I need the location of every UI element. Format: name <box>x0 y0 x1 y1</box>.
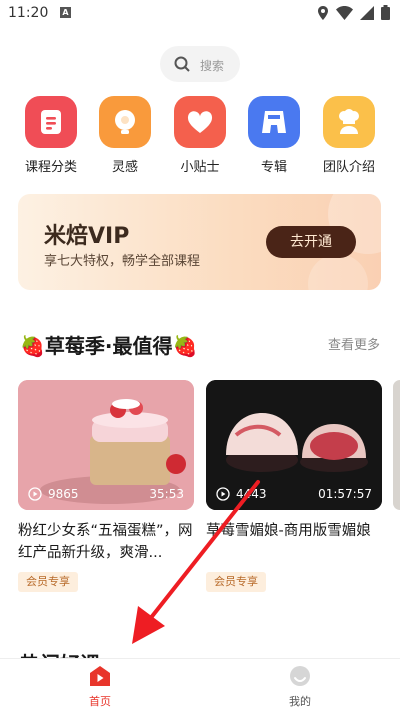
notification-a-icon: A <box>60 7 71 18</box>
location-icon <box>318 5 328 20</box>
search-bar[interactable]: 搜索 <box>160 46 240 82</box>
battery-icon <box>381 5 390 20</box>
view-count-value: 4443 <box>236 487 267 501</box>
category-label: 灵感 <box>111 160 138 175</box>
duration: 35:53 <box>149 487 184 501</box>
document-icon <box>25 96 77 148</box>
album-icon <box>248 96 300 148</box>
status-icons <box>317 5 390 20</box>
section-title: 🍓草莓季·最值得🍓 <box>20 334 198 358</box>
vip-title: 米焙VIP <box>44 224 130 249</box>
course-card[interactable]: 9865 35:53 粉红少女系“五福蛋糕”，网红产品新升级，爽滑... 会员专… <box>18 380 194 592</box>
category-inspiration[interactable]: 灵感 <box>90 96 160 175</box>
vip-banner[interactable]: 米焙VIP 享七大特权，畅学全部课程 去开通 <box>18 194 381 290</box>
tab-home-label: 首页 <box>89 695 111 708</box>
bottom-tab-bar: 首页 我的 <box>0 658 400 710</box>
tab-mine-label: 我的 <box>289 695 311 708</box>
course-title: 粉红少女系“五福蛋糕”，网红产品新升级，爽滑... <box>18 523 193 561</box>
course-thumbnail: 4443 01:57:57 <box>206 380 382 510</box>
category-label: 小贴士 <box>180 160 220 175</box>
member-badge: 会员专享 <box>18 572 78 592</box>
play-circle-icon <box>216 487 230 501</box>
signal-icon <box>360 5 374 20</box>
category-course[interactable]: 课程分类 <box>16 96 86 175</box>
status-bar: 11:20 A <box>0 0 400 28</box>
course-card[interactable]: 4443 01:57:57 草莓雪媚娘-商用版雪媚娘 会员专享 <box>206 380 382 592</box>
vip-subtitle: 享七大特权，畅学全部课程 <box>44 254 201 269</box>
chef-icon <box>323 96 375 148</box>
category-label: 团队介绍 <box>322 160 375 175</box>
home-icon <box>90 666 110 686</box>
category-team[interactable]: 团队介绍 <box>314 96 384 175</box>
course-thumbnail: 9865 35:53 <box>18 380 194 510</box>
member-badge: 会员专享 <box>206 572 266 592</box>
see-more-link[interactable]: 查看更多 <box>328 334 380 353</box>
duration: 01:57:57 <box>318 487 372 501</box>
search-icon <box>174 56 190 72</box>
course-title: 草莓雪媚娘-商用版雪媚娘 <box>206 523 371 539</box>
vip-open-button[interactable]: 去开通 <box>266 226 356 258</box>
category-album[interactable]: 专辑 <box>239 96 309 175</box>
bulb-icon <box>99 96 151 148</box>
view-count: 4443 <box>216 487 267 501</box>
next-card-edge[interactable] <box>393 380 400 510</box>
view-count-value: 9865 <box>48 487 79 501</box>
play-circle-icon <box>28 487 42 501</box>
category-label: 课程分类 <box>24 160 77 175</box>
heart-icon <box>174 96 226 148</box>
search-placeholder: 搜索 <box>200 59 225 73</box>
wifi-icon <box>336 5 353 20</box>
tab-mine[interactable]: 我的 <box>260 665 340 709</box>
status-time: 11:20 <box>8 5 49 21</box>
tab-home[interactable]: 首页 <box>60 665 140 709</box>
view-count: 9865 <box>28 487 79 501</box>
category-tips[interactable]: 小贴士 <box>165 96 235 175</box>
profile-icon <box>290 666 310 686</box>
category-label: 专辑 <box>260 160 287 175</box>
